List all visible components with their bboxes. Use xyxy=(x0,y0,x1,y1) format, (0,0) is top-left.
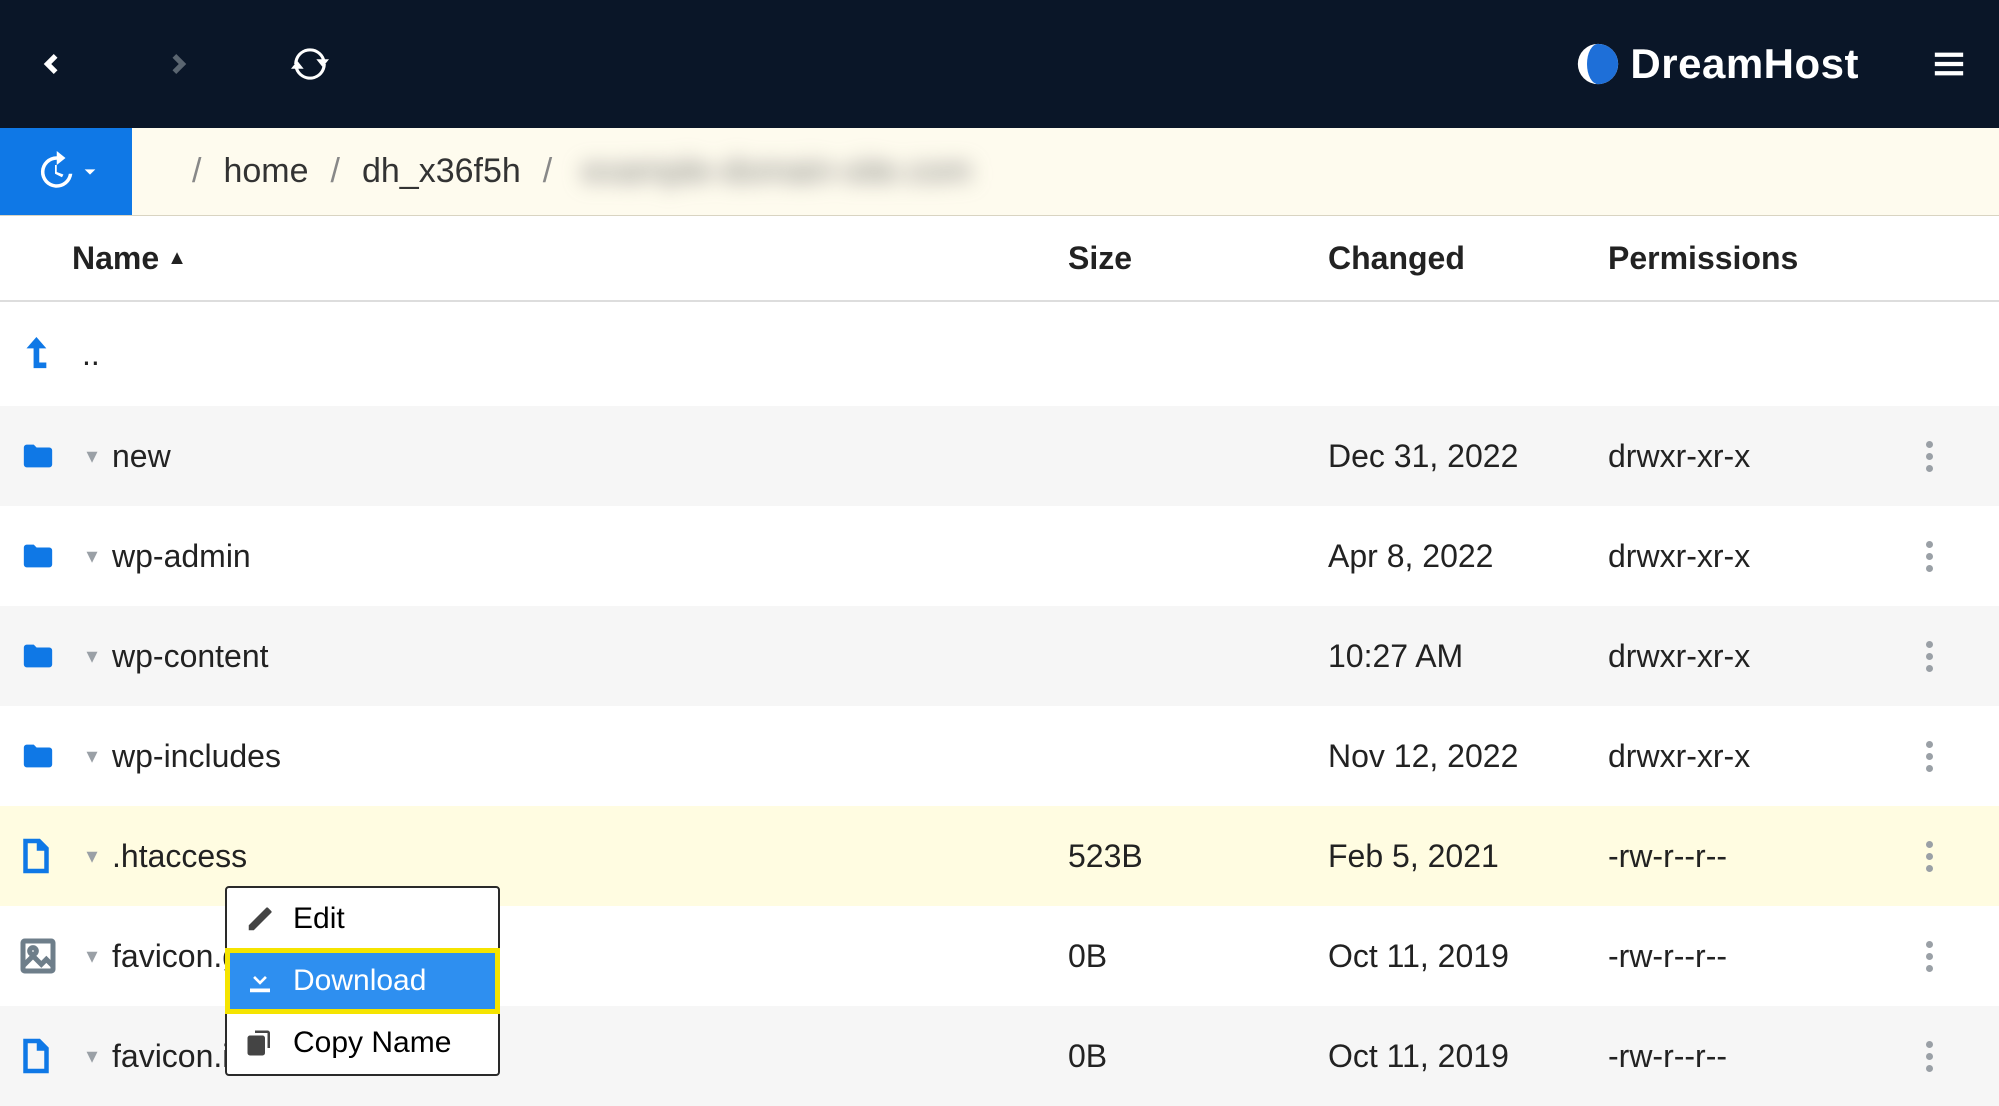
copy-icon xyxy=(245,1028,275,1058)
item-permissions: drwxr-xr-x xyxy=(1608,538,1868,575)
item-permissions: -rw-r--r-- xyxy=(1608,838,1868,875)
chevron-down-icon xyxy=(82,164,98,180)
crumb-separator: / xyxy=(543,152,552,191)
item-permissions: -rw-r--r-- xyxy=(1608,938,1868,975)
crumb-separator: / xyxy=(331,152,340,191)
item-name[interactable]: new xyxy=(112,438,171,475)
row-actions-button[interactable] xyxy=(1918,433,1941,480)
context-download-label: Download xyxy=(293,964,426,998)
file-row[interactable]: ▾ wp-admin Apr 8, 2022drwxr-xr-x xyxy=(0,506,1999,606)
dreamhost-icon xyxy=(1576,42,1620,86)
header-changed[interactable]: Changed xyxy=(1328,240,1608,277)
context-edit[interactable]: Edit xyxy=(227,888,498,950)
item-changed: Dec 31, 2022 xyxy=(1328,438,1608,475)
crumb-user[interactable]: dh_x36f5h xyxy=(362,152,521,191)
item-changed: Nov 12, 2022 xyxy=(1328,738,1608,775)
crumb-home[interactable]: home xyxy=(223,152,308,191)
breadcrumb-bar: / home / dh_x36f5h / example-domain-site… xyxy=(0,128,1999,216)
brand-logo: DreamHost xyxy=(1576,40,1859,88)
item-name[interactable]: wp-admin xyxy=(112,538,251,575)
item-permissions: drwxr-xr-x xyxy=(1608,738,1868,775)
up-arrow-icon xyxy=(18,332,72,376)
file-row[interactable]: ▾ new Dec 31, 2022drwxr-xr-x xyxy=(0,406,1999,506)
crumb-current-blurred: example-domain-site.com xyxy=(574,148,979,195)
item-size: 0B xyxy=(1068,1038,1328,1075)
item-changed: Oct 11, 2019 xyxy=(1328,1038,1608,1075)
parent-directory-row[interactable]: .. xyxy=(0,302,1999,406)
top-bar: DreamHost xyxy=(0,0,1999,128)
row-dropdown-caret[interactable]: ▾ xyxy=(82,943,102,969)
row-actions-button[interactable] xyxy=(1918,933,1941,980)
row-actions-button[interactable] xyxy=(1918,1033,1941,1080)
file-icon xyxy=(18,834,72,878)
context-copy-name[interactable]: Copy Name xyxy=(227,1012,498,1074)
item-permissions: -rw-r--r-- xyxy=(1608,1038,1868,1075)
back-button[interactable] xyxy=(30,44,70,84)
item-name[interactable]: wp-includes xyxy=(112,738,281,775)
context-copy-name-label: Copy Name xyxy=(293,1026,451,1060)
file-row[interactable]: ▾ wp-includes Nov 12, 2022drwxr-xr-x xyxy=(0,706,1999,806)
top-bar-right: DreamHost xyxy=(1576,40,1969,88)
header-permissions[interactable]: Permissions xyxy=(1608,240,1868,277)
row-dropdown-caret[interactable]: ▾ xyxy=(82,1043,102,1069)
row-dropdown-caret[interactable]: ▾ xyxy=(82,443,102,469)
item-permissions: drwxr-xr-x xyxy=(1608,438,1868,475)
edit-icon xyxy=(245,904,275,934)
row-actions-button[interactable] xyxy=(1918,833,1941,880)
item-name[interactable]: .htaccess xyxy=(112,838,247,875)
crumb-separator: / xyxy=(192,152,201,191)
row-dropdown-caret[interactable]: ▾ xyxy=(82,743,102,769)
header-name[interactable]: Name ▲ xyxy=(18,240,1068,277)
history-icon xyxy=(34,151,76,193)
sort-asc-icon: ▲ xyxy=(167,247,187,270)
context-menu: Edit Download Copy Name xyxy=(225,886,500,1076)
history-button[interactable] xyxy=(0,128,132,215)
row-dropdown-caret[interactable]: ▾ xyxy=(82,643,102,669)
folder-icon xyxy=(18,739,72,773)
file-icon xyxy=(18,1034,72,1078)
folder-icon xyxy=(18,439,72,473)
item-changed: Apr 8, 2022 xyxy=(1328,538,1608,575)
header-size[interactable]: Size xyxy=(1068,240,1328,277)
row-actions-button[interactable] xyxy=(1918,633,1941,680)
item-changed: Feb 5, 2021 xyxy=(1328,838,1608,875)
refresh-button[interactable] xyxy=(290,44,330,84)
item-size: 0B xyxy=(1068,938,1328,975)
item-size: 523B xyxy=(1068,838,1328,875)
forward-button[interactable] xyxy=(160,44,200,84)
item-changed: Oct 11, 2019 xyxy=(1328,938,1608,975)
folder-icon xyxy=(18,539,72,573)
breadcrumb: / home / dh_x36f5h / example-domain-site… xyxy=(132,148,980,195)
row-dropdown-caret[interactable]: ▾ xyxy=(82,543,102,569)
parent-dir-label: .. xyxy=(82,336,100,373)
file-row[interactable]: ▾ wp-content 10:27 AMdrwxr-xr-x xyxy=(0,606,1999,706)
row-actions-button[interactable] xyxy=(1918,533,1941,580)
column-headers: Name ▲ Size Changed Permissions xyxy=(0,216,1999,302)
context-edit-label: Edit xyxy=(293,902,345,936)
row-dropdown-caret[interactable]: ▾ xyxy=(82,843,102,869)
item-changed: 10:27 AM xyxy=(1328,638,1608,675)
menu-button[interactable] xyxy=(1929,44,1969,84)
row-actions-button[interactable] xyxy=(1918,733,1941,780)
download-icon xyxy=(245,966,275,996)
item-permissions: drwxr-xr-x xyxy=(1608,638,1868,675)
nav-buttons xyxy=(30,44,330,84)
header-name-label: Name xyxy=(72,240,159,277)
image-file-icon xyxy=(18,936,72,976)
item-name[interactable]: wp-content xyxy=(112,638,269,675)
context-download[interactable]: Download xyxy=(227,950,498,1012)
brand-text: DreamHost xyxy=(1630,40,1859,88)
folder-icon xyxy=(18,639,72,673)
